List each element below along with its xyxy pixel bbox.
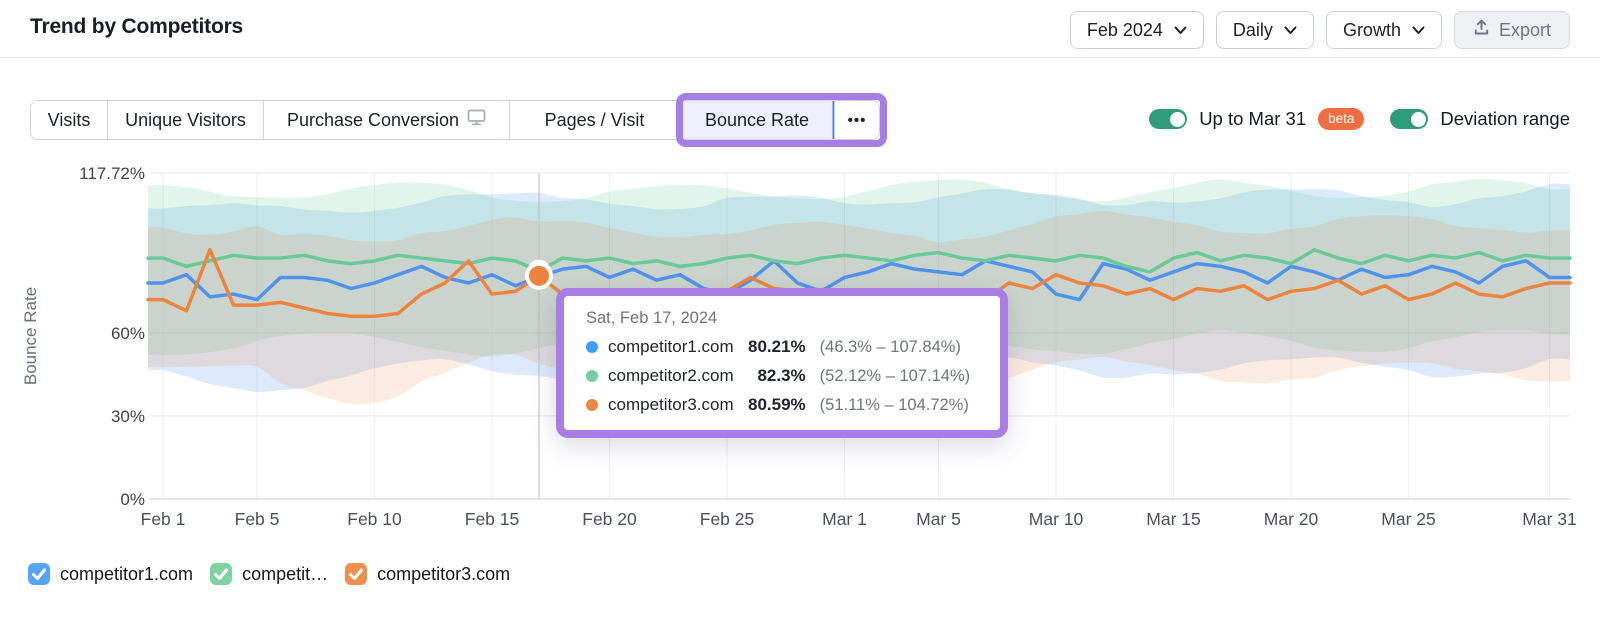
- legend-item-competitor1[interactable]: competitor1.com: [28, 563, 193, 585]
- y-tick-label: 60%: [111, 324, 145, 343]
- tooltip-series-name: competitor1.com: [608, 337, 734, 356]
- tab-label: Purchase Conversion: [286, 109, 460, 130]
- export-button[interactable]: Export: [1453, 11, 1570, 49]
- tooltip-series-range: (51.11% – 104.72%): [819, 395, 969, 414]
- legend-item-competitor2[interactable]: competit…: [210, 563, 328, 585]
- x-tick-label: Feb 10: [347, 509, 402, 529]
- y-tick-label: 117.72%: [79, 164, 145, 183]
- x-tick-label: Feb 1: [141, 509, 186, 529]
- deviation-toggle-group: Deviation range: [1390, 108, 1570, 130]
- series-dot: [586, 370, 598, 382]
- tab-more-button[interactable]: •••: [834, 101, 879, 139]
- deviation-range-label: Deviation range: [1440, 108, 1570, 129]
- export-icon: [1473, 19, 1490, 41]
- tab-bounce-rate[interactable]: Bounce Rate: [679, 101, 834, 139]
- mode-value: Growth: [1342, 19, 1401, 40]
- tooltip-series-value: 80.59%: [748, 395, 806, 414]
- deviation-range-toggle[interactable]: [1390, 109, 1429, 129]
- x-tick-label: Feb 5: [235, 509, 280, 529]
- up-to-label: Up to Mar 31: [1199, 108, 1307, 129]
- checkbox-checked-icon[interactable]: [28, 563, 50, 585]
- x-tick-label: Mar 10: [1029, 509, 1084, 529]
- date-filter-dropdown[interactable]: Feb 2024: [1069, 11, 1204, 49]
- series-dot: [586, 341, 598, 353]
- mode-dropdown[interactable]: Growth: [1325, 11, 1442, 49]
- y-axis-title: Bounce Rate: [21, 287, 40, 385]
- legend-item-competitor3[interactable]: competitor3.com: [345, 563, 510, 585]
- legend-label: competit…: [242, 563, 329, 584]
- tab-label: Pages / Visit: [544, 109, 645, 130]
- x-tick-label: Feb 25: [700, 509, 754, 529]
- x-tick-label: Mar 1: [822, 509, 867, 529]
- tab-pages-per-visit[interactable]: Pages / Visit: [509, 101, 679, 139]
- export-label: Export: [1498, 19, 1551, 40]
- legend-label: competitor1.com: [60, 563, 194, 584]
- chevron-down-icon: [1174, 26, 1187, 35]
- tooltip-date: Sat, Feb 17, 2024: [586, 309, 718, 327]
- x-tick-label: Mar 5: [916, 509, 961, 529]
- tab-visits[interactable]: Visits: [31, 101, 107, 139]
- tooltip-series-name: competitor3.com: [608, 395, 734, 414]
- metric-tabs: Visits Unique Visitors Purchase Conversi…: [30, 100, 880, 140]
- checkbox-checked-icon[interactable]: [210, 563, 233, 585]
- chevron-down-icon: [1284, 26, 1297, 35]
- tab-label: Visits: [47, 109, 91, 130]
- chart-toggles: Up to Mar 31 beta Deviation range: [1149, 108, 1570, 130]
- tab-label: Bounce Rate: [704, 109, 810, 130]
- tooltip-series-range: (52.12% – 107.14%): [819, 366, 971, 385]
- tab-unique-visitors[interactable]: Unique Visitors: [107, 101, 263, 139]
- chart-legend: competitor1.com competit… competitor3.co…: [28, 563, 510, 585]
- desktop-icon: [467, 109, 486, 131]
- y-tick-label: 30%: [111, 407, 145, 426]
- x-tick-label: Feb 20: [582, 509, 637, 529]
- legend-label: competitor3.com: [377, 563, 511, 584]
- tab-label: Unique Visitors: [125, 109, 246, 130]
- up-to-toggle-group: Up to Mar 31 beta: [1149, 108, 1365, 130]
- granularity-dropdown[interactable]: Daily: [1215, 11, 1314, 49]
- highlighted-point: [529, 265, 549, 286]
- series-dot: [586, 399, 598, 411]
- x-tick-label: Mar 15: [1146, 509, 1200, 529]
- chevron-down-icon: [1412, 26, 1425, 35]
- y-tick-label: 0%: [120, 490, 145, 509]
- tooltip-series-value: 82.3%: [757, 366, 806, 385]
- trend-by-competitors-panel: Trend by Competitors Feb 2024 Daily Grow…: [0, 0, 1600, 634]
- tab-purchase-conversion[interactable]: Purchase Conversion: [263, 101, 509, 139]
- header-controls: Feb 2024 Daily Growth Export: [1069, 11, 1570, 49]
- tooltip-series-range: (46.3% – 107.84%): [819, 337, 961, 356]
- tooltip-rows: competitor1.com 80.21% (46.3% – 107.84%)…: [586, 337, 982, 415]
- tooltip-series-value: 80.21%: [748, 337, 806, 356]
- x-tick-label: Mar 31: [1522, 509, 1576, 529]
- beta-badge: beta: [1318, 108, 1365, 130]
- x-tick-label: Feb 15: [465, 509, 519, 529]
- chart-tooltip: Sat, Feb 17, 2024 competitor1.com 80.21%…: [556, 288, 1008, 438]
- date-filter-value: Feb 2024: [1086, 19, 1163, 40]
- granularity-value: Daily: [1232, 19, 1273, 40]
- x-tick-label: Mar 25: [1381, 509, 1435, 529]
- tooltip-series-name: competitor2.com: [608, 366, 734, 385]
- checkbox-checked-icon[interactable]: [345, 563, 368, 585]
- x-tick-label: Mar 20: [1264, 509, 1319, 529]
- up-to-toggle[interactable]: [1149, 109, 1188, 129]
